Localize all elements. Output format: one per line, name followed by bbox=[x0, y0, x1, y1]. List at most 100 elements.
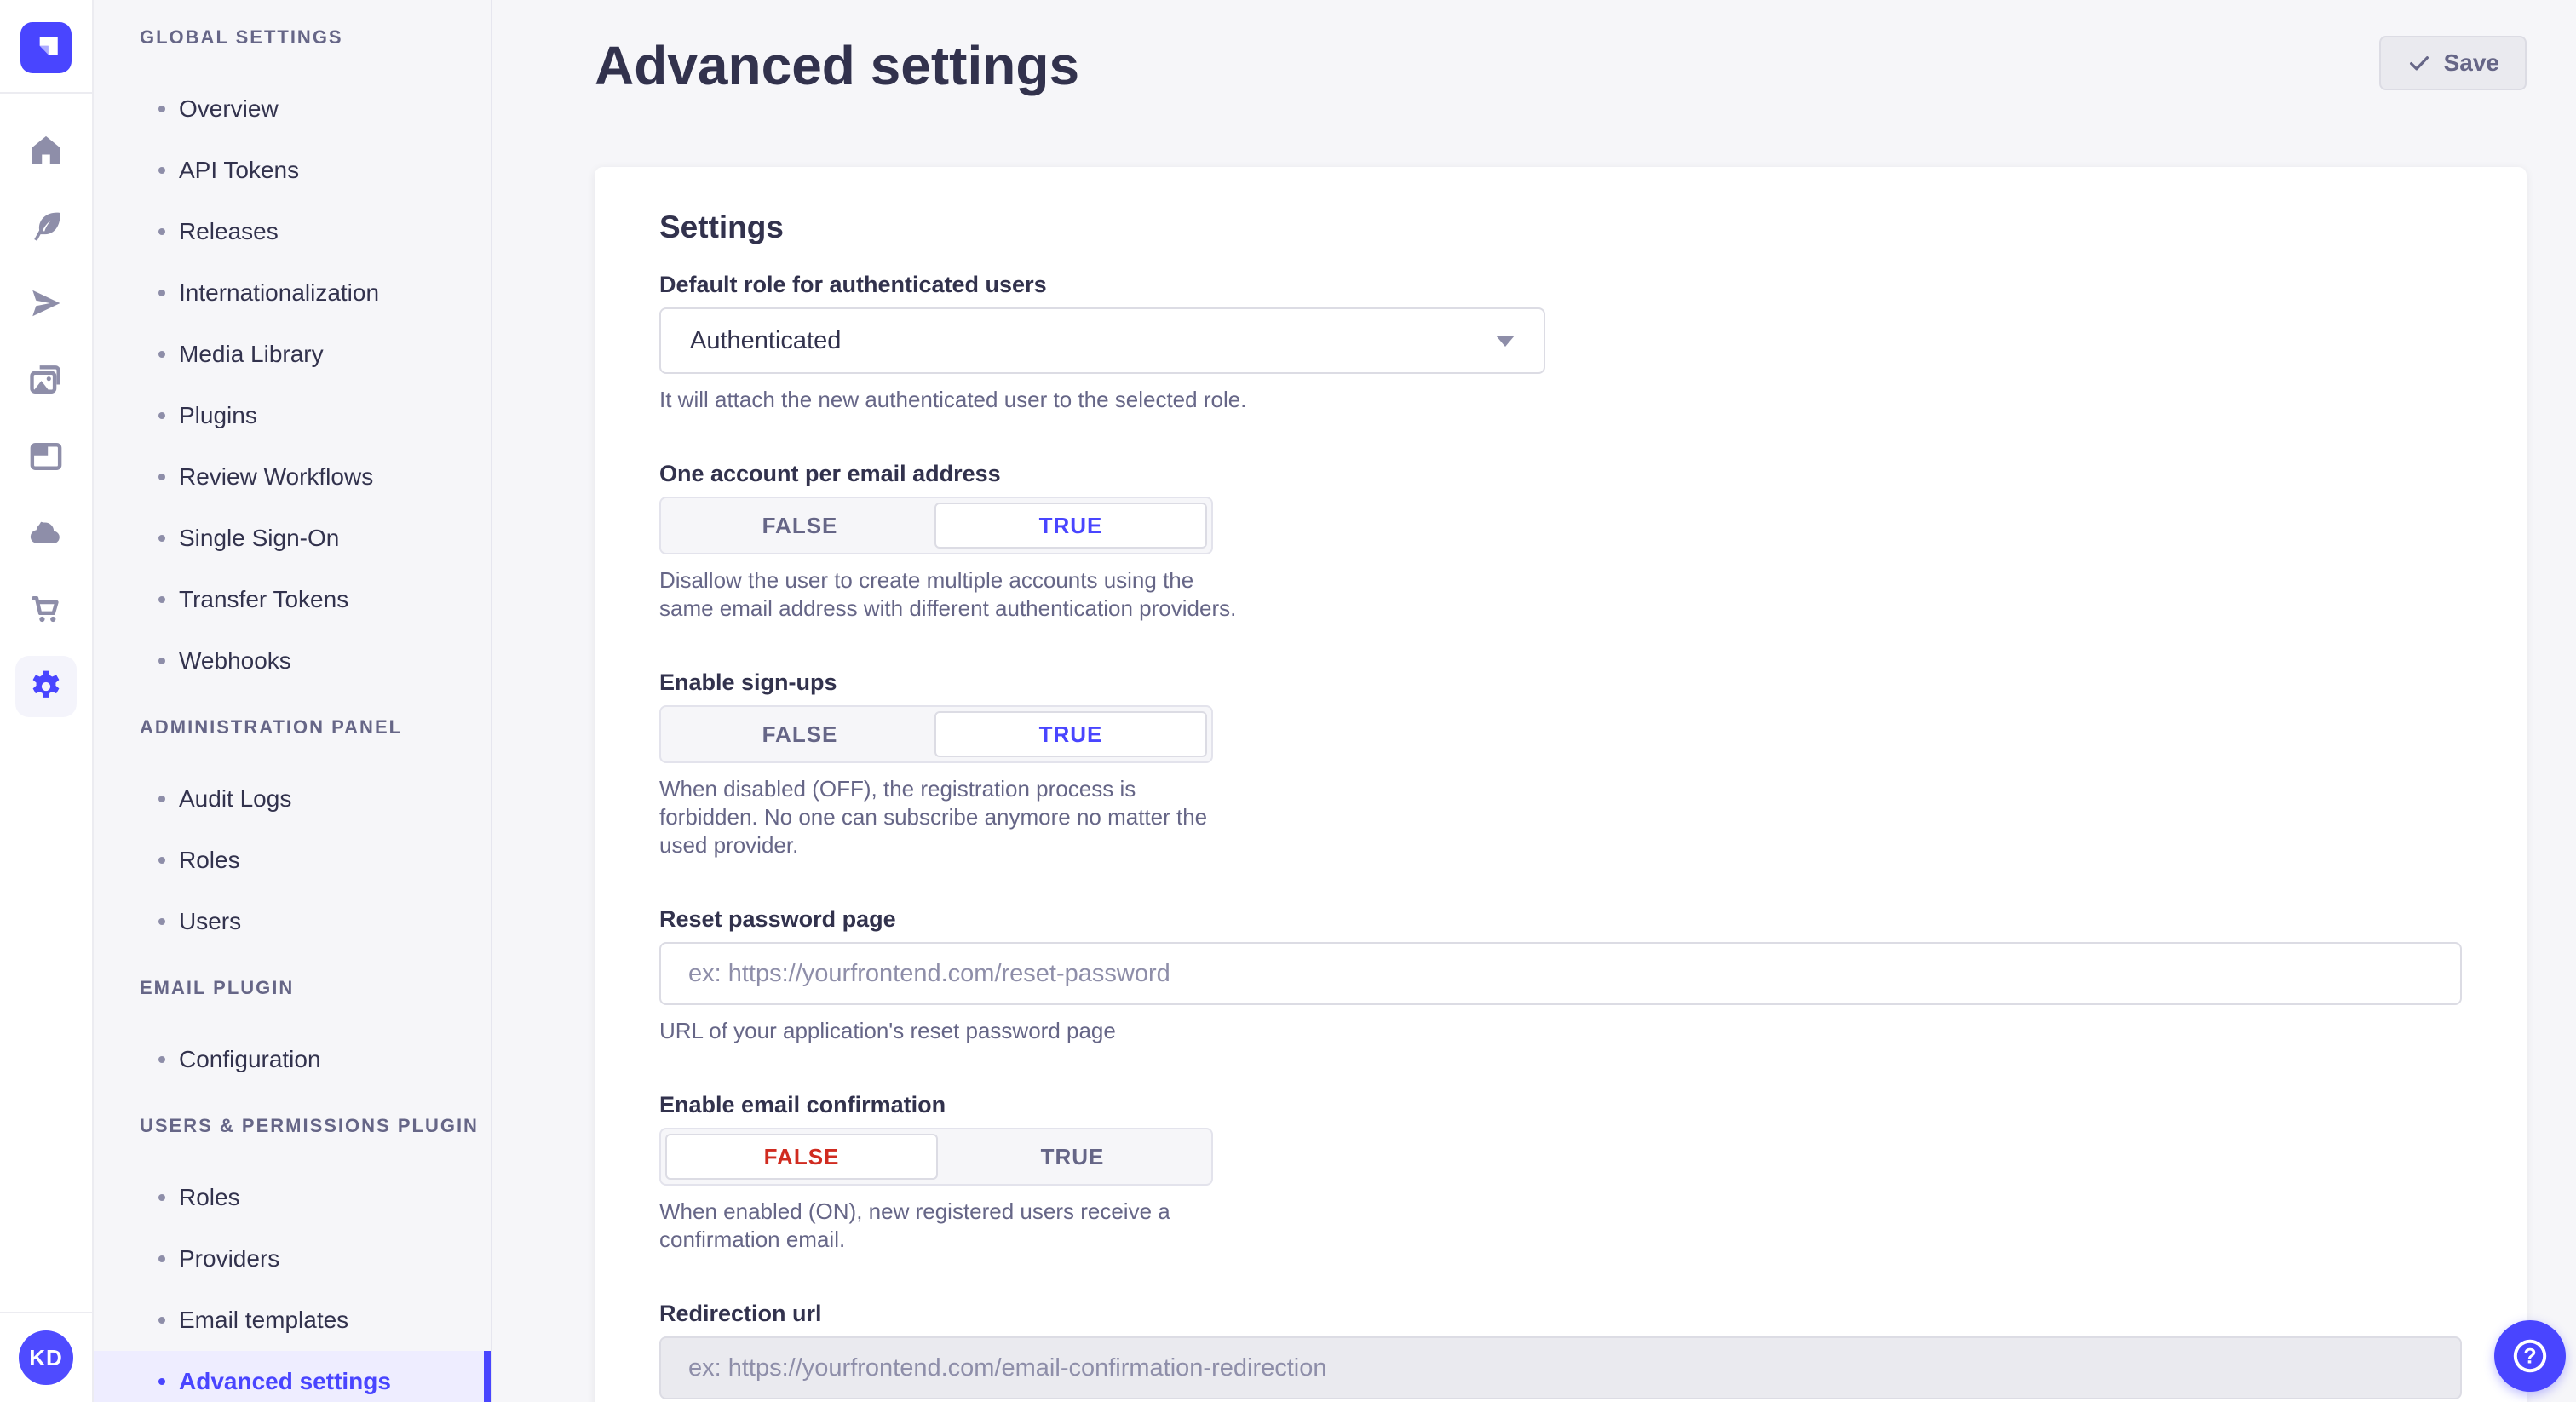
gear-icon bbox=[27, 668, 65, 705]
field-reset-password: Reset password page URL of your applicat… bbox=[659, 905, 2462, 1045]
save-button[interactable]: Save bbox=[2379, 36, 2527, 90]
page-title: Advanced settings bbox=[595, 36, 1079, 95]
sign-ups-true-option[interactable]: TRUE bbox=[934, 711, 1207, 757]
sidebar-item-admin-roles[interactable]: Roles bbox=[94, 830, 491, 891]
sidebar-section-global-settings: GLOBAL SETTINGS Overview API Tokens Rele… bbox=[94, 26, 491, 692]
field-hint: When enabled (ON), new registered users … bbox=[659, 1198, 1239, 1254]
sidebar-item-single-sign-on[interactable]: Single Sign-On bbox=[94, 508, 491, 569]
rail-footer: KD bbox=[0, 1312, 92, 1402]
bullet-icon bbox=[158, 1056, 165, 1063]
sidebar-item-releases[interactable]: Releases bbox=[94, 201, 491, 262]
sign-ups-toggle: FALSE TRUE bbox=[659, 705, 1213, 763]
field-hint: URL of your application's reset password… bbox=[659, 1017, 2462, 1045]
one-account-toggle: FALSE TRUE bbox=[659, 497, 1213, 554]
default-role-selected-value: Authenticated bbox=[690, 327, 841, 355]
bullet-icon bbox=[158, 535, 165, 542]
paper-plane-icon bbox=[27, 284, 65, 322]
one-account-false-option[interactable]: FALSE bbox=[665, 503, 934, 549]
sidebar-item-up-email-templates[interactable]: Email templates bbox=[94, 1290, 491, 1351]
nav-media-library-button[interactable] bbox=[15, 349, 77, 411]
page-header: Advanced settings Save bbox=[595, 36, 2527, 95]
sidebar-item-plugins[interactable]: Plugins bbox=[94, 385, 491, 446]
save-button-label: Save bbox=[2444, 49, 2499, 77]
bullet-icon bbox=[158, 412, 165, 419]
rail-icon-list bbox=[15, 94, 77, 717]
reset-password-input[interactable] bbox=[659, 942, 2462, 1005]
email-confirmation-toggle: FALSE TRUE bbox=[659, 1128, 1213, 1186]
sidebar-item-admin-users[interactable]: Users bbox=[94, 891, 491, 952]
sidebar-item-internationalization[interactable]: Internationalization bbox=[94, 262, 491, 324]
field-label: Enable email confirmation bbox=[659, 1091, 2462, 1119]
strapi-logo-icon bbox=[27, 29, 65, 66]
check-icon bbox=[2406, 50, 2432, 76]
sidebar-item-webhooks[interactable]: Webhooks bbox=[94, 630, 491, 692]
redirection-url-input bbox=[659, 1336, 2462, 1399]
bullet-icon bbox=[158, 1194, 165, 1201]
nav-marketplace-button[interactable] bbox=[15, 579, 77, 641]
field-label: Default role for authenticated users bbox=[659, 271, 2462, 299]
nav-cloud-button[interactable] bbox=[15, 503, 77, 564]
bullet-icon bbox=[158, 796, 165, 802]
field-sign-ups: Enable sign-ups FALSE TRUE When disabled… bbox=[659, 669, 2462, 859]
sign-ups-false-option[interactable]: FALSE bbox=[665, 711, 934, 757]
cart-icon bbox=[27, 591, 65, 629]
bullet-icon bbox=[158, 857, 165, 864]
one-account-true-option[interactable]: TRUE bbox=[934, 503, 1207, 549]
bullet-icon bbox=[158, 1317, 165, 1324]
settings-section-title: Settings bbox=[659, 208, 2462, 247]
nav-home-button[interactable] bbox=[15, 119, 77, 181]
icon-rail: KD bbox=[0, 0, 94, 1402]
home-icon bbox=[27, 131, 65, 169]
bullet-icon bbox=[158, 596, 165, 603]
logo-container bbox=[0, 0, 92, 94]
question-mark-icon: ? bbox=[2510, 1336, 2550, 1376]
section-title: ADMINISTRATION PANEL bbox=[94, 715, 491, 739]
nav-content-builder-button[interactable] bbox=[15, 196, 77, 257]
settings-card: Settings Default role for authenticated … bbox=[595, 167, 2527, 1402]
strapi-logo[interactable] bbox=[20, 22, 72, 73]
bullet-icon bbox=[158, 290, 165, 296]
field-email-confirmation: Enable email confirmation FALSE TRUE Whe… bbox=[659, 1091, 2462, 1254]
field-label: Redirection url bbox=[659, 1300, 2462, 1328]
cloud-icon bbox=[27, 514, 65, 552]
bullet-icon bbox=[158, 474, 165, 480]
bullet-icon bbox=[158, 658, 165, 664]
media-library-icon bbox=[27, 361, 65, 399]
chevron-down-icon bbox=[1496, 336, 1515, 347]
sidebar-item-up-advanced-settings[interactable]: Advanced settings bbox=[94, 1351, 491, 1402]
field-default-role: Default role for authenticated users Aut… bbox=[659, 271, 2462, 414]
nav-content-manager-button[interactable] bbox=[15, 426, 77, 487]
sidebar-item-overview[interactable]: Overview bbox=[94, 78, 491, 140]
field-hint: When disabled (OFF), the registration pr… bbox=[659, 775, 1239, 859]
bullet-icon bbox=[158, 1378, 165, 1385]
email-confirmation-false-option[interactable]: FALSE bbox=[665, 1134, 938, 1180]
field-label: Enable sign-ups bbox=[659, 669, 2462, 697]
bullet-icon bbox=[158, 228, 165, 235]
email-confirmation-true-option[interactable]: TRUE bbox=[938, 1134, 1207, 1180]
sidebar-section-administration-panel: ADMINISTRATION PANEL Audit Logs Roles Us… bbox=[94, 715, 491, 952]
sidebar-item-up-providers[interactable]: Providers bbox=[94, 1228, 491, 1290]
nav-settings-button[interactable] bbox=[15, 656, 77, 717]
field-hint: Disallow the user to create multiple acc… bbox=[659, 566, 1239, 623]
bullet-icon bbox=[158, 167, 165, 174]
sidebar-item-media-library[interactable]: Media Library bbox=[94, 324, 491, 385]
bullet-icon bbox=[158, 918, 165, 925]
default-role-select[interactable]: Authenticated bbox=[659, 307, 1545, 374]
sidebar-item-audit-logs[interactable]: Audit Logs bbox=[94, 768, 491, 830]
sidebar-item-review-workflows[interactable]: Review Workflows bbox=[94, 446, 491, 508]
bullet-icon bbox=[158, 351, 165, 358]
layout-icon bbox=[27, 438, 65, 475]
sidebar-section-users-permissions-plugin: USERS & PERMISSIONS PLUGIN Roles Provide… bbox=[94, 1114, 491, 1402]
sidebar-item-api-tokens[interactable]: API Tokens bbox=[94, 140, 491, 201]
field-hint: It will attach the new authenticated use… bbox=[659, 386, 2462, 414]
nav-deploy-button[interactable] bbox=[15, 273, 77, 334]
field-redirection-url: Redirection url bbox=[659, 1300, 2462, 1399]
svg-text:?: ? bbox=[2523, 1344, 2536, 1368]
section-title: USERS & PERMISSIONS PLUGIN bbox=[94, 1114, 491, 1138]
help-button[interactable]: ? bbox=[2494, 1320, 2566, 1392]
sidebar-item-email-configuration[interactable]: Configuration bbox=[94, 1029, 491, 1090]
avatar[interactable]: KD bbox=[19, 1330, 73, 1385]
sidebar-item-transfer-tokens[interactable]: Transfer Tokens bbox=[94, 569, 491, 630]
sidebar-item-up-roles[interactable]: Roles bbox=[94, 1167, 491, 1228]
main-content: Advanced settings Save Settings Default … bbox=[492, 0, 2576, 1402]
